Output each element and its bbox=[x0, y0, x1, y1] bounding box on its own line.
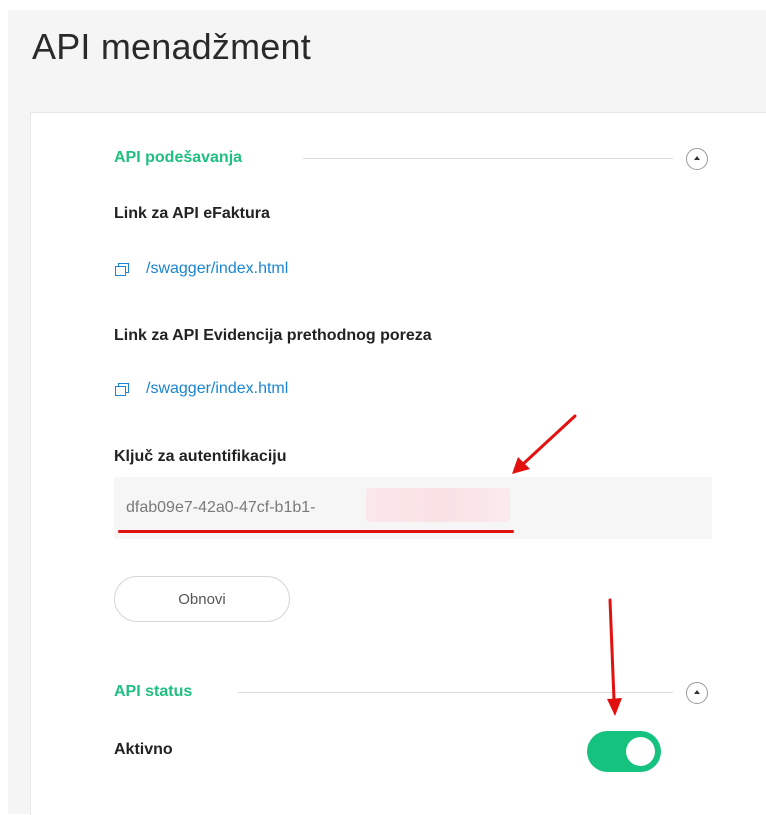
auth-key-label: Ključ za autentifikaciju bbox=[114, 448, 287, 465]
evidencija-link-row: /swagger/index.html bbox=[114, 378, 288, 400]
efaktura-link[interactable]: /swagger/index.html bbox=[146, 260, 288, 278]
evidencija-label: Link za API Evidencija prethodnog poreza bbox=[114, 327, 432, 344]
api-settings-header: API podešavanja bbox=[114, 146, 242, 170]
api-status-divider bbox=[238, 692, 673, 693]
auth-key-value: dfab09e7-42a0-47cf-b1b1- bbox=[126, 499, 316, 516]
efaktura-link-row: /swagger/index.html bbox=[114, 258, 288, 280]
api-settings-divider bbox=[303, 158, 673, 159]
auth-key-redacted bbox=[366, 488, 510, 522]
api-status-collapse-button[interactable] bbox=[686, 682, 708, 704]
api-settings-title: API podešavanja bbox=[114, 149, 243, 166]
evidencija-link[interactable]: /swagger/index.html bbox=[146, 380, 288, 398]
copy-icon[interactable] bbox=[114, 382, 130, 396]
active-toggle[interactable] bbox=[587, 731, 661, 772]
toggle-knob bbox=[626, 737, 655, 766]
page-title: API menadžment bbox=[32, 26, 311, 67]
api-settings-collapse-button[interactable] bbox=[686, 148, 708, 170]
copy-icon[interactable] bbox=[114, 262, 130, 276]
api-status-title: API status bbox=[114, 683, 193, 700]
refresh-button[interactable]: Obnovi bbox=[114, 576, 290, 622]
caret-up-icon bbox=[694, 156, 700, 160]
api-status-header: API status bbox=[114, 680, 192, 704]
annotation-underline bbox=[118, 530, 514, 533]
efaktura-label: Link za API eFaktura bbox=[114, 205, 270, 222]
caret-up-icon bbox=[694, 690, 700, 694]
active-label: Aktivno bbox=[114, 741, 173, 758]
